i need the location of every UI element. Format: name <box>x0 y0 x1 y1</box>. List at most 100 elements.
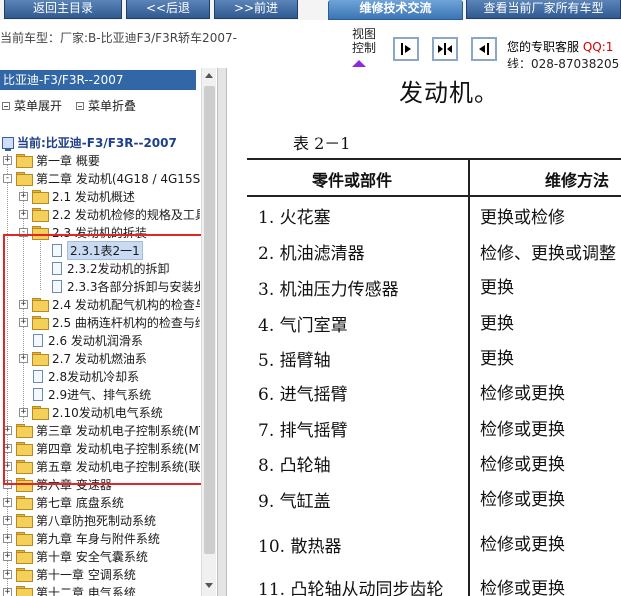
folder-icon <box>16 424 33 438</box>
plus-icon[interactable]: + <box>3 515 12 525</box>
tree-node-2-7[interactable]: + 2.7 发动机燃油系 <box>19 349 147 367</box>
tree-guide <box>40 236 41 290</box>
plus-icon[interactable]: + <box>3 569 12 579</box>
sidebar: 比亚迪-F3/F3R--2007 菜单展开 菜单折叠 当前:比亚迪-F3/F3R… <box>0 68 217 596</box>
plus-icon[interactable]: + <box>3 461 12 471</box>
tree-root-label: 当前:比亚迪-F3/F3R--2007 <box>17 136 177 150</box>
folder-icon <box>32 316 49 330</box>
plus-icon[interactable]: + <box>19 317 28 327</box>
table-row-part: 3. 机油压力传感器 <box>258 280 399 300</box>
scroll-down-icon[interactable] <box>205 583 213 588</box>
plus-icon[interactable]: + <box>3 587 12 596</box>
table-top-rule <box>247 158 621 160</box>
layout-left-button[interactable] <box>471 37 497 61</box>
tree-node-ch8[interactable]: + 第八章防抱死制动系统 <box>3 511 156 529</box>
menu-expand-label: 菜单展开 <box>14 99 63 113</box>
layout-right-button[interactable] <box>393 37 419 61</box>
plus-icon[interactable]: + <box>19 353 28 363</box>
tree-node-ch7[interactable]: + 第七章 底盘系统 <box>3 493 124 511</box>
back-button[interactable]: <<后退 <box>126 0 210 19</box>
tree-node-ch12[interactable]: + 第十二章 电气系统 <box>3 583 136 596</box>
tree-node-2-5[interactable]: + 2.5 曲柄连杆机构的检查与维 <box>19 313 200 331</box>
folder-icon <box>16 514 33 528</box>
tree-node-ch1[interactable]: + 第一章 概要 <box>3 151 100 169</box>
table-row-method: 更换 <box>480 278 514 298</box>
menu-collapse-label: 菜单折叠 <box>88 99 137 113</box>
tree-node-ch2[interactable]: - 第二章 发动机(4G18 / 4G15S) <box>3 169 200 187</box>
table-row-part: 11. 凸轮轴从动同步齿轮 <box>258 580 444 596</box>
column-header-part: 零件或部件 <box>312 171 393 190</box>
plus-icon[interactable]: + <box>3 425 12 435</box>
tab-all-models[interactable]: 查看当前厂家所有车型 <box>466 0 621 19</box>
table-row-part: 9. 气缸盖 <box>258 492 331 512</box>
plus-icon[interactable]: + <box>3 551 12 561</box>
table-caption: 表 2－1 <box>293 134 351 153</box>
table-row-part: 4. 气门室罩 <box>258 316 348 336</box>
folder-icon <box>16 496 33 510</box>
tree-node-2-10[interactable]: + 2.10发动机电气系统 <box>19 403 163 421</box>
plus-icon[interactable]: + <box>19 191 28 201</box>
tree-node-2-8[interactable]: 2.8发动机冷却系 <box>33 367 139 385</box>
table-row-method: 更换 <box>480 314 514 334</box>
arrow-left-bar-icon <box>479 43 489 55</box>
tree-node-2-1[interactable]: + 2.1 发动机概述 <box>19 187 135 205</box>
table-row-part: 6. 进气摇臂 <box>258 385 348 405</box>
plus-icon[interactable]: + <box>3 497 12 507</box>
home-button[interactable]: 返回主目录 <box>4 0 122 19</box>
tree-root[interactable]: 当前:比亚迪-F3/F3R--2007 <box>2 134 177 151</box>
menu-expand-button[interactable]: 菜单展开 <box>2 97 62 114</box>
table-row-part: 8. 凸轮轴 <box>258 456 331 476</box>
model-header[interactable]: 比亚迪-F3/F3R--2007 <box>0 70 196 90</box>
plus-icon[interactable]: + <box>3 479 12 489</box>
tree-node-ch10[interactable]: + 第十章 安全气囊系统 <box>3 547 148 565</box>
tree-node-2-3-2[interactable]: 2.3.2发动机的拆卸 <box>52 259 170 277</box>
service-label: 您的专职客服 <box>507 40 580 54</box>
tree-node-2-9[interactable]: 2.9进气、排气系统 <box>33 385 151 403</box>
menu-collapse-button[interactable]: 菜单折叠 <box>76 97 136 114</box>
forward-button[interactable]: >>前进 <box>214 0 298 19</box>
tree-node-ch4[interactable]: + 第四章 发动机电子控制系统(MT2 <box>3 439 200 457</box>
tree-node-2-6[interactable]: 2.6 发动机润滑系 <box>33 331 143 349</box>
table-row-part: 10. 散热器 <box>258 537 342 557</box>
table-row-part: 5. 摇臂轴 <box>258 351 331 371</box>
table-row-method: 更换 <box>480 349 514 369</box>
folder-icon <box>16 460 33 474</box>
tree-node-2-3[interactable]: - 2.3 发动机的拆装 <box>19 223 147 241</box>
table-row-part: 1. 火花塞 <box>258 208 331 228</box>
plus-icon[interactable]: + <box>19 407 28 417</box>
tree-node-ch3[interactable]: + 第三章 发动机电子控制系统(MT2 <box>3 421 200 439</box>
tree-node-ch5[interactable]: + 第五章 发动机电子控制系统(联电 <box>3 457 200 475</box>
minus-icon[interactable]: - <box>3 173 12 183</box>
plus-icon[interactable]: + <box>3 155 12 165</box>
tree-node-2-3-3[interactable]: 2.3.3各部分拆卸与安装步 <box>52 277 200 295</box>
tree-node-2-2[interactable]: + 2.2 发动机检修的规格及工具 <box>19 205 200 223</box>
panel-splitter[interactable] <box>217 68 227 596</box>
plus-icon[interactable]: + <box>3 533 12 543</box>
table-row-method: 检修或更换 <box>480 384 565 404</box>
tree-node-2-4[interactable]: + 2.4 发动机配气机构的检查与 <box>19 295 200 313</box>
tree-node-ch6[interactable]: + 第六章 变速器 <box>3 475 112 493</box>
folder-icon <box>16 586 33 596</box>
table-row-method: 检修、更换或调整 <box>480 244 616 264</box>
sidebar-scrollbar[interactable] <box>201 68 216 596</box>
split-arrows-icon <box>438 43 452 55</box>
plus-icon[interactable]: + <box>19 209 28 219</box>
tree-node-ch11[interactable]: + 第十一章 空调系统 <box>3 565 136 583</box>
scroll-thumb[interactable] <box>204 86 215 554</box>
arrow-right-bar-icon <box>401 43 411 55</box>
customer-service: 您的专职客服 QQ:1 <box>507 38 613 55</box>
tree-node-2-3-1[interactable]: 2.3.1表2一1 <box>52 240 143 260</box>
document-icon <box>52 279 62 293</box>
view-marker-icon <box>352 60 366 67</box>
folder-icon <box>32 208 49 222</box>
minus-icon[interactable]: - <box>19 227 28 237</box>
tree-node-ch9[interactable]: + 第九章 车身与附件系统 <box>3 529 160 547</box>
plus-icon[interactable]: + <box>19 299 28 309</box>
table-row-method: 检修或更换 <box>480 579 565 596</box>
qq-link[interactable]: QQ:1 <box>583 40 614 54</box>
plus-icon[interactable]: + <box>3 443 12 453</box>
tab-tech-exchange[interactable]: 维修技术交流 <box>328 0 463 20</box>
layout-split-button[interactable] <box>432 37 458 61</box>
computer-icon <box>2 136 14 151</box>
scroll-up-icon[interactable] <box>205 73 213 78</box>
